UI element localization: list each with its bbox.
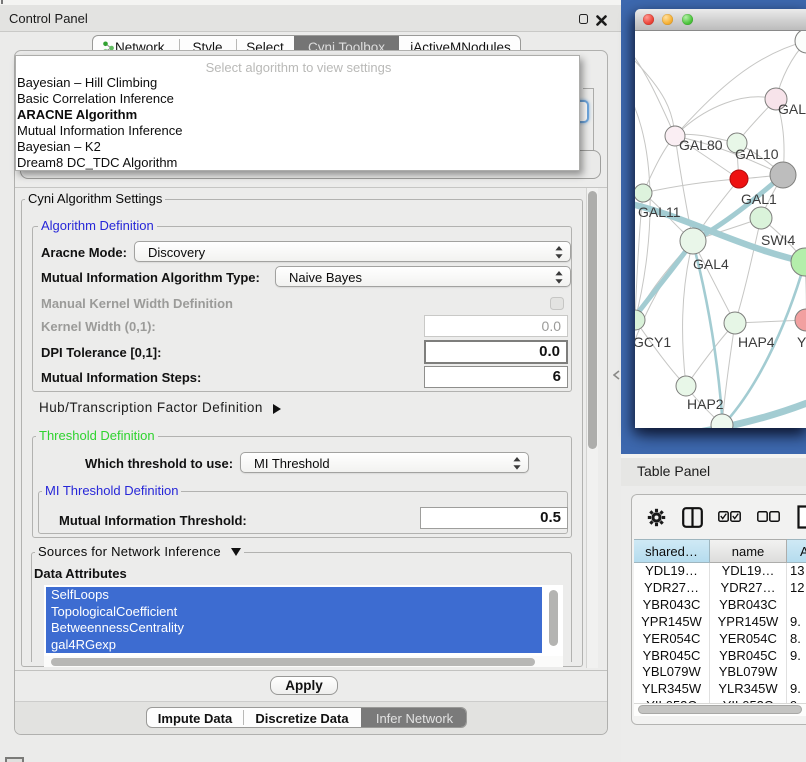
svg-text:GAL1: GAL1 — [741, 191, 777, 207]
svg-text:HAP4: HAP4 — [738, 334, 775, 350]
svg-text:Y: Y — [797, 334, 806, 350]
svg-text:GAL4: GAL4 — [693, 256, 729, 272]
svg-text:GAL7: GAL7 — [778, 101, 806, 117]
svg-text:GAL10: GAL10 — [735, 146, 779, 162]
svg-text:SWI4: SWI4 — [761, 232, 795, 248]
svg-text:GCY1: GCY1 — [635, 334, 671, 350]
svg-text:GAL11: GAL11 — [638, 204, 681, 220]
svg-text:GAL80: GAL80 — [679, 137, 723, 153]
svg-text:HAP2: HAP2 — [687, 396, 724, 412]
